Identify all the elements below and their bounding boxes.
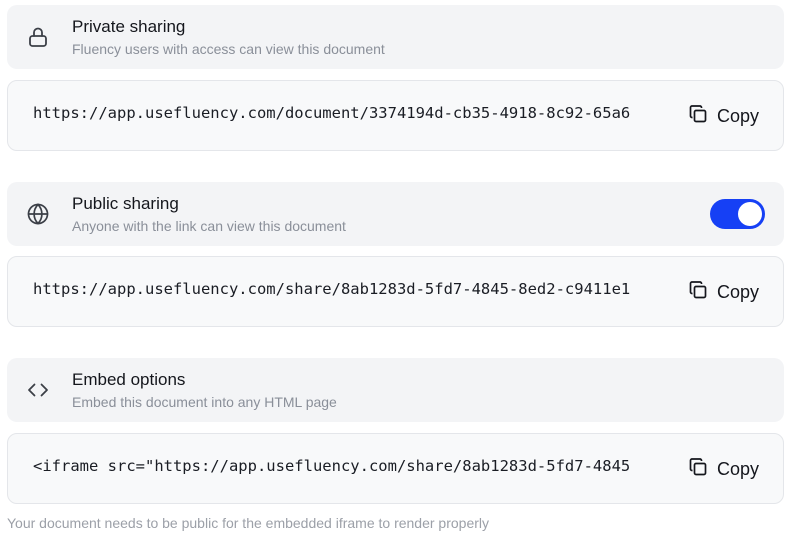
copy-public-url-button[interactable]: Copy bbox=[688, 279, 759, 305]
embed-code-box: <iframe src="https://app.usefluency.com/… bbox=[7, 433, 784, 504]
lock-icon bbox=[26, 25, 50, 49]
public-url[interactable]: https://app.usefluency.com/share/8ab1283… bbox=[33, 280, 648, 298]
copy-label: Copy bbox=[716, 281, 759, 302]
embed-options-subtitle: Embed this document into any HTML page bbox=[72, 394, 337, 410]
public-sharing-toggle[interactable] bbox=[710, 199, 765, 229]
toggle-knob bbox=[738, 202, 762, 226]
globe-icon bbox=[26, 202, 50, 226]
public-sharing-subtitle: Anyone with the link can view this docum… bbox=[72, 218, 346, 234]
private-sharing-title: Private sharing bbox=[72, 17, 186, 36]
copy-label: Copy bbox=[716, 458, 759, 479]
private-sharing-subtitle: Fluency users with access can view this … bbox=[72, 41, 385, 57]
copy-label: Copy bbox=[716, 105, 759, 126]
embed-code[interactable]: <iframe src="https://app.usefluency.com/… bbox=[33, 457, 648, 475]
copy-private-url-button[interactable]: Copy bbox=[688, 103, 759, 129]
code-icon bbox=[26, 378, 50, 402]
copy-embed-code-button[interactable]: Copy bbox=[688, 456, 759, 482]
copy-icon bbox=[688, 104, 708, 129]
public-sharing-title: Public sharing bbox=[72, 194, 179, 213]
private-url-box: https://app.usefluency.com/document/3374… bbox=[7, 80, 784, 151]
copy-icon bbox=[688, 457, 708, 482]
embed-footnote: Your document needs to be public for the… bbox=[7, 515, 490, 531]
public-url-box: https://app.usefluency.com/share/8ab1283… bbox=[7, 256, 784, 327]
private-url[interactable]: https://app.usefluency.com/document/3374… bbox=[33, 104, 648, 122]
copy-icon bbox=[688, 280, 708, 305]
public-sharing-header: Public sharing Anyone with the link can … bbox=[7, 182, 784, 246]
embed-options-header: Embed options Embed this document into a… bbox=[7, 358, 784, 422]
private-sharing-header: Private sharing Fluency users with acces… bbox=[7, 5, 784, 69]
embed-options-title: Embed options bbox=[72, 370, 186, 389]
